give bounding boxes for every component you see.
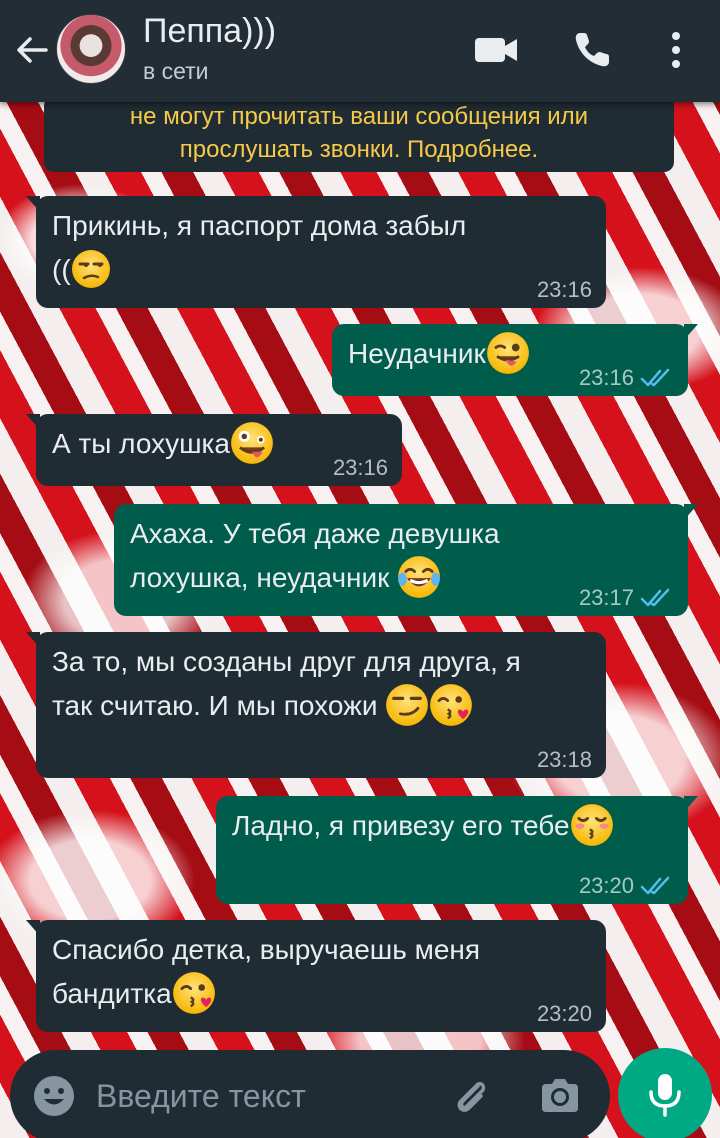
encryption-notice[interactable]: не могут прочитать ваши сообщения или пр… xyxy=(44,96,674,172)
kissing-closed-eyes-face-icon xyxy=(570,803,613,846)
read-receipt-icon xyxy=(640,588,670,607)
zany-face-icon xyxy=(231,421,273,464)
read-receipt-icon xyxy=(640,368,670,387)
message-text: А ты лохушка xyxy=(52,428,230,459)
message-text: лохушка, неудачник xyxy=(130,562,398,593)
message-time: 23:20 xyxy=(536,1001,592,1026)
message-bubble-incoming[interactable]: А ты лохушка 23:16 xyxy=(26,414,402,486)
message-text: Ахаха. У тебя даже девушка xyxy=(130,518,500,549)
read-receipt-icon xyxy=(640,876,670,895)
message-text: бандитка xyxy=(52,978,172,1009)
message-time: 23:16 xyxy=(536,277,592,302)
message-text: Неудачник xyxy=(348,338,486,369)
attach-icon[interactable] xyxy=(448,1074,492,1118)
video-call-icon[interactable] xyxy=(472,26,520,74)
message-bubble-incoming[interactable]: Спасибо детка, выручаешь меня бандитка 2… xyxy=(26,920,606,1032)
message-bubble-incoming[interactable]: Прикинь, я паспорт дома забыл (( 23:16 xyxy=(26,196,606,308)
notice-line-2: прослушать звонки. Подробнее. xyxy=(179,136,539,163)
message-text: Спасибо детка, выручаешь меня xyxy=(52,934,481,965)
message-text: Ладно, я привезу его тебе xyxy=(232,810,570,841)
message-bubble-outgoing[interactable]: Ахаха. У тебя даже девушка лохушка, неуд… xyxy=(114,504,698,616)
back-arrow-icon[interactable] xyxy=(12,30,52,70)
message-input[interactable]: Введите текст xyxy=(96,1078,306,1115)
message-time: 23:17 xyxy=(579,586,674,610)
message-time: 23:16 xyxy=(332,455,388,480)
chat-header: Пеппа))) в сети xyxy=(0,0,720,102)
unamused-face-icon xyxy=(71,249,110,288)
contact-name[interactable]: Пеппа))) xyxy=(143,12,276,51)
microphone-icon xyxy=(649,1074,681,1117)
contact-avatar[interactable] xyxy=(56,14,126,84)
voice-call-icon[interactable] xyxy=(568,26,616,74)
winking-tongue-face-icon xyxy=(486,331,529,374)
message-time: 23:16 xyxy=(579,366,674,390)
message-bubble-outgoing[interactable]: Неудачник 23:16 xyxy=(332,324,698,396)
emoji-picker-icon[interactable] xyxy=(32,1074,76,1118)
message-bubble-incoming[interactable]: За то, мы созданы друг для друга, я так … xyxy=(26,632,606,778)
smirking-face-icon xyxy=(386,683,429,726)
message-composer: Введите текст xyxy=(10,1050,610,1138)
message-text: За то, мы созданы друг для друга, я xyxy=(52,646,521,677)
contact-status: в сети xyxy=(143,58,209,84)
message-time: 23:18 xyxy=(536,747,592,772)
message-bubble-outgoing[interactable]: Ладно, я привезу его тебе 23:20 xyxy=(216,796,698,904)
camera-icon[interactable] xyxy=(538,1074,582,1118)
tears-of-joy-face-icon xyxy=(398,555,441,598)
message-text: Прикинь, я паспорт дома забыл xyxy=(52,210,467,241)
more-options-icon[interactable] xyxy=(652,26,700,74)
kissing-heart-face-icon xyxy=(172,971,215,1014)
message-text: (( xyxy=(52,254,71,285)
voice-message-button[interactable] xyxy=(618,1048,712,1138)
message-text: так считаю. И мы похожи xyxy=(52,690,386,721)
message-time: 23:20 xyxy=(579,874,674,898)
notice-line-1: не могут прочитать ваши сообщения или xyxy=(129,103,589,130)
kissing-heart-face-icon xyxy=(430,683,473,726)
